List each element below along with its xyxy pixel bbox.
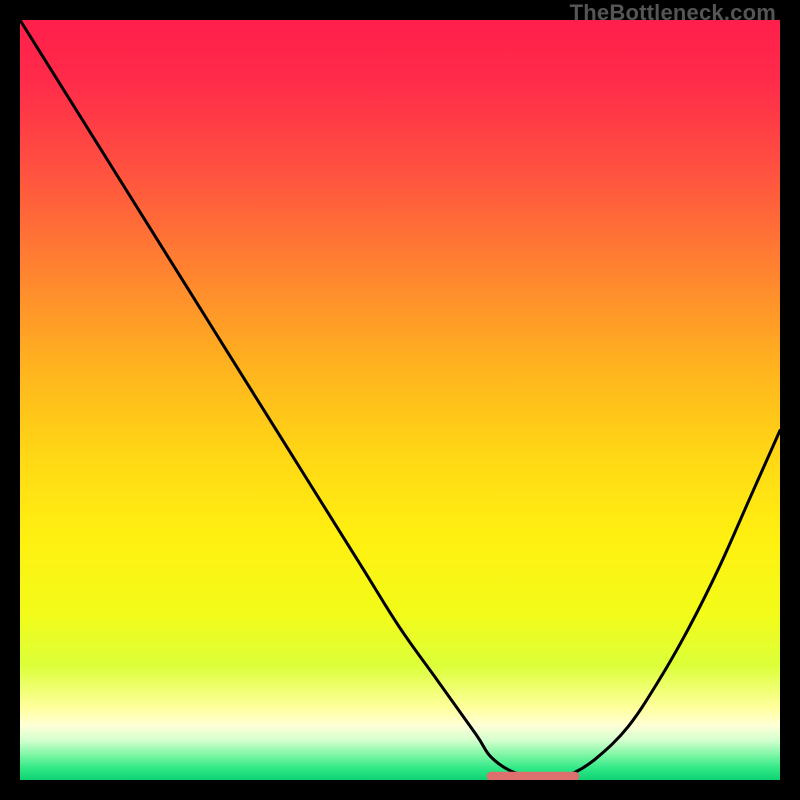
watermark-text: TheBottleneck.com bbox=[570, 0, 776, 26]
curve-layer bbox=[20, 20, 780, 780]
plot-area bbox=[20, 20, 780, 780]
chart-frame: TheBottleneck.com bbox=[0, 0, 800, 800]
bottleneck-curve bbox=[20, 20, 780, 777]
